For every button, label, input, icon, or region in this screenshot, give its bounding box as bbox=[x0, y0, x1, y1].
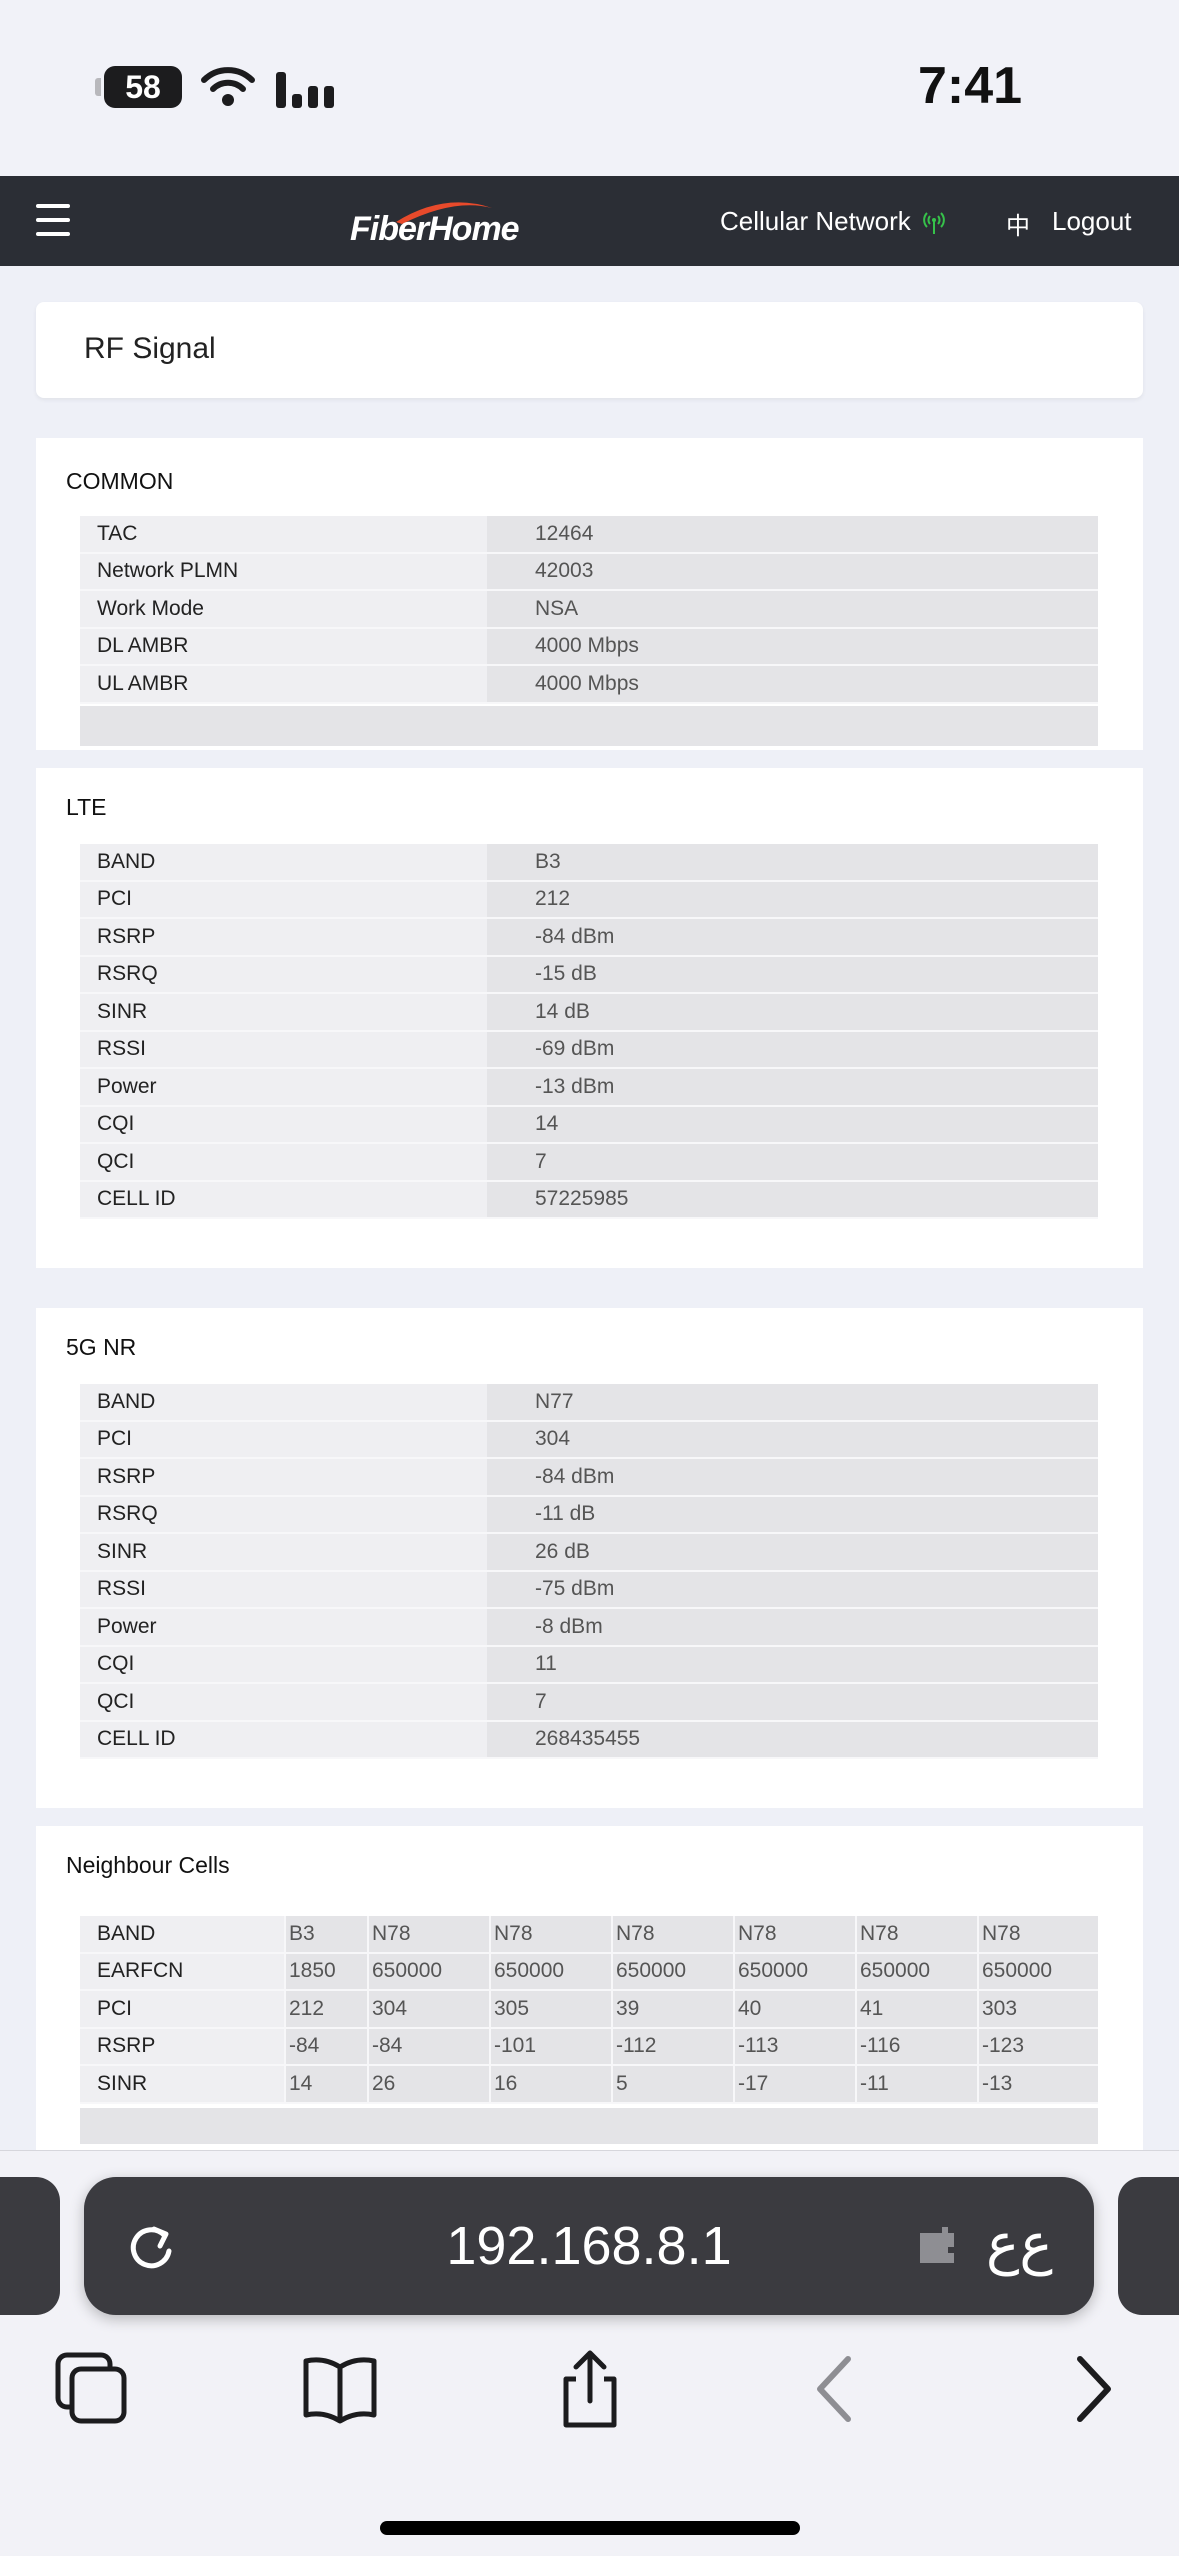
table-row: CELL ID 57225985 bbox=[80, 1181, 1098, 1219]
table-row: DL AMBR 4000 Mbps bbox=[80, 628, 1098, 666]
page-title-card: RF Signal bbox=[36, 302, 1143, 398]
cellular-network-status: Cellular Network bbox=[720, 206, 949, 237]
app-header: FiberHome Cellular Network 中 Logout bbox=[0, 176, 1179, 266]
table-row: SINR 26 dB bbox=[80, 1534, 1098, 1572]
extension-icon[interactable] bbox=[914, 2223, 960, 2269]
table-row: SINR 14 26 16 5 -17 -11 -13 bbox=[80, 2066, 1098, 2104]
table-row: BAND N77 bbox=[80, 1384, 1098, 1422]
table-row: PCI 212 bbox=[80, 881, 1098, 919]
nr-table: BAND N77 PCI 304 RSRP -84 dBm RSRQ -11 dB SI… bbox=[80, 1384, 1098, 1759]
table-row: TAC 12464 bbox=[80, 516, 1098, 554]
table-row: UL AMBR 4000 Mbps bbox=[80, 666, 1098, 704]
menu-icon[interactable] bbox=[36, 204, 70, 236]
table-row: RSSI -75 dBm bbox=[80, 1571, 1098, 1609]
table-row: QCI 7 bbox=[80, 1144, 1098, 1182]
table-row: RSRP -84 dBm bbox=[80, 919, 1098, 957]
neighbour-section: Neighbour Cells BAND B3 N78 N78 N78 N78 … bbox=[36, 1826, 1143, 2150]
common-table: TAC 12464 Network PLMN 42003 Work Mode NSA … bbox=[80, 516, 1098, 704]
section-heading: 5G NR bbox=[66, 1334, 137, 1360]
table-footer bbox=[80, 706, 1098, 746]
battery-icon: 58 bbox=[95, 66, 182, 108]
table-row: CQI 14 bbox=[80, 1106, 1098, 1144]
table-row: QCI 7 bbox=[80, 1684, 1098, 1722]
antenna-signal-icon bbox=[922, 211, 945, 234]
fiberhome-logo: FiberHome bbox=[350, 196, 520, 250]
table-row: CELL ID 268435455 bbox=[80, 1721, 1098, 1759]
table-row: EARFCN 1850 650000 650000 650000 650000 … bbox=[80, 1953, 1098, 1991]
section-heading: COMMON bbox=[66, 468, 174, 494]
table-row: RSRQ -15 dB bbox=[80, 956, 1098, 994]
cellular-signal-icon bbox=[276, 66, 338, 108]
neighbour-table: BAND B3 N78 N78 N78 N78 N78 N78 EARFCN 1… bbox=[80, 1916, 1098, 2104]
lte-table: BAND B3 PCI 212 RSRP -84 dBm RSRQ -15 dB SIN… bbox=[80, 844, 1098, 1219]
table-row: Power -13 dBm bbox=[80, 1069, 1098, 1107]
page-title: RF Signal bbox=[84, 332, 216, 365]
table-row: BAND B3 bbox=[80, 844, 1098, 882]
table-row: Work Mode NSA bbox=[80, 591, 1098, 629]
address-bar[interactable]: 192.168.8.1 ﻉﻉ bbox=[84, 2177, 1094, 2315]
table-row: RSRP -84 dBm bbox=[80, 1459, 1098, 1497]
home-indicator bbox=[380, 2521, 800, 2535]
back-icon[interactable] bbox=[796, 2349, 876, 2429]
browser-toolbar: 192.168.8.1 ﻉﻉ bbox=[0, 2150, 1179, 2556]
table-row: Power -8 dBm bbox=[80, 1609, 1098, 1647]
section-heading: LTE bbox=[66, 794, 107, 820]
table-row: RSSI -69 dBm bbox=[80, 1031, 1098, 1069]
table-row: Network PLMN 42003 bbox=[80, 553, 1098, 591]
language-toggle[interactable]: 中 bbox=[1006, 206, 1030, 241]
forward-icon[interactable] bbox=[1052, 2349, 1132, 2429]
table-footer bbox=[80, 2108, 1098, 2144]
table-row: RSRQ -11 dB bbox=[80, 1496, 1098, 1534]
logout-link[interactable]: Logout bbox=[1052, 206, 1132, 237]
next-tab-peek[interactable] bbox=[1118, 2177, 1179, 2315]
common-section: COMMON TAC 12464 Network PLMN 42003 Work M… bbox=[36, 438, 1143, 750]
lte-section: LTE BAND B3 PCI 212 RSRP -84 dBm RSRQ -15 dB… bbox=[36, 768, 1143, 1268]
status-bar: 58 7:41 bbox=[0, 0, 1179, 176]
share-icon[interactable] bbox=[550, 2349, 630, 2429]
bookmarks-icon[interactable] bbox=[300, 2349, 380, 2429]
table-row: BAND B3 N78 N78 N78 N78 N78 N78 bbox=[80, 1916, 1098, 1954]
cellular-network-label: Cellular Network bbox=[720, 206, 911, 236]
table-row: CQI 11 bbox=[80, 1646, 1098, 1684]
battery-level: 58 bbox=[125, 68, 161, 105]
wifi-icon bbox=[201, 67, 255, 106]
table-row: PCI 212 304 305 39 40 41 303 bbox=[80, 1991, 1098, 2029]
clock: 7:41 bbox=[917, 57, 1023, 115]
table-row: SINR 14 dB bbox=[80, 994, 1098, 1032]
tabs-icon[interactable] bbox=[52, 2349, 132, 2429]
table-row: RSRP -84 -84 -101 -112 -113 -116 -123 bbox=[80, 2028, 1098, 2066]
section-heading: Neighbour Cells bbox=[66, 1852, 230, 1878]
previous-tab-peek[interactable] bbox=[0, 2177, 60, 2315]
text-size-button[interactable]: ﻉﻉ bbox=[986, 2211, 1053, 2277]
table-row: PCI 304 bbox=[80, 1421, 1098, 1459]
nr-section: 5G NR BAND N77 PCI 304 RSRP -84 dBm RSRQ -11… bbox=[36, 1308, 1143, 1808]
